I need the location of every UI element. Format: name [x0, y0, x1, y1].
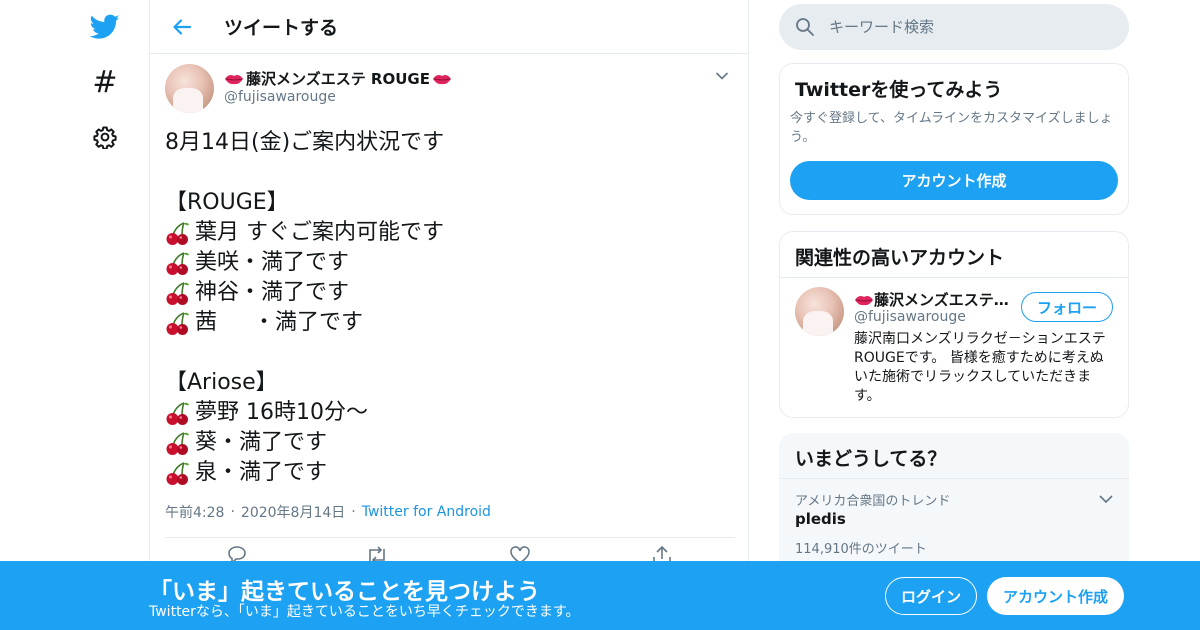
twitter-logo-icon[interactable]: [80, 2, 130, 52]
author-name: 藤沢メンズエステ ROUGE: [246, 70, 430, 88]
page-title: ツイートする: [224, 17, 339, 39]
author-name-row[interactable]: 藤沢メンズエステ ROUGE: [224, 68, 452, 89]
card-divider: [779, 478, 1129, 479]
tweet-line: 茜 ・満了です: [165, 308, 735, 338]
login-button[interactable]: ログイン: [885, 577, 977, 615]
signup-banner: 「いま」起きていることを見つけよう Twitterなら、「いま」起きていることを…: [0, 561, 1200, 630]
tweet-line: [165, 338, 735, 368]
main-column: ツイートする 藤沢メンズエステ ROUGE @fujisawarouge 8月1…: [149, 0, 749, 630]
author-handle[interactable]: @fujisawarouge: [224, 89, 336, 105]
card-divider: [780, 277, 1128, 278]
account-bio: 藤沢南口メンズリラクゼ－ションエステROUGEです。 皆様を癒すために考えぬいた…: [854, 331, 1106, 404]
search-icon: [796, 18, 814, 36]
trend-context: アメリカ合衆国のトレンド: [795, 494, 951, 509]
cherry-emoji-icon: [166, 462, 189, 485]
tweet-line-text: 茜 ・満了です: [195, 310, 363, 335]
tweet-line-text: 泉・満了です: [195, 460, 328, 485]
tweet-line-text: 【ROUGE】: [165, 190, 289, 215]
back-arrow-icon[interactable]: [162, 7, 202, 47]
tweet-line-text: 神谷・満了です: [195, 280, 350, 305]
tweet-line: 【ROUGE】: [165, 188, 735, 218]
tweet-line: [165, 158, 735, 188]
cherry-emoji-icon: [166, 402, 189, 425]
cherry-emoji-icon: [166, 312, 189, 335]
cherry-emoji-icon: [166, 432, 189, 455]
main-header: ツイートする: [150, 0, 748, 54]
tweet-time[interactable]: 午前4:28: [165, 502, 224, 522]
chevron-down-icon[interactable]: [710, 64, 734, 88]
related-accounts-card: 関連性の高いアカウント 藤沢メンズエステ… @fujisawarouge フォロ…: [779, 231, 1129, 418]
meta-separator: ·: [230, 504, 235, 520]
author-avatar[interactable]: [165, 64, 214, 113]
tweet-line-text: 葉月 すぐご案内可能です: [195, 220, 444, 245]
tweet-line: 8月14日(金)ご案内状況です: [165, 128, 735, 158]
action-divider: [165, 537, 735, 538]
cherry-emoji-icon: [166, 222, 189, 245]
related-card-title: 関連性の高いアカウント: [795, 247, 1005, 269]
lips-icon: [225, 74, 243, 84]
tweet-line-text: 夢野 16時10分～: [195, 400, 368, 425]
tweet-source-link[interactable]: Twitter for Android: [362, 504, 491, 520]
tweet-line-text: 【Ariose】: [165, 370, 278, 395]
tweet-text: 8月14日(金)ご案内状況です 【ROUGE】葉月 すぐご案内可能です 美咲・満了で…: [165, 128, 735, 488]
account-name: 藤沢メンズエステ…: [874, 291, 1009, 309]
tweet-date[interactable]: 2020年8月14日: [241, 502, 345, 522]
explore-hash-icon[interactable]: #: [80, 57, 130, 107]
lips-icon: [855, 295, 873, 305]
signup-card-description: 今すぐ登録して、タイムラインをカスタマイズしましょう。: [790, 111, 1113, 145]
tweet-line: 夢野 16時10分～: [165, 398, 735, 428]
tweet-line: 神谷・満了です: [165, 278, 735, 308]
page: # ツイートする 藤沢メンズエステ ROUGE @fujisawarouge 8…: [0, 0, 1200, 630]
follow-button[interactable]: フォロー: [1021, 292, 1113, 322]
tweet-line: 美咲・満了です: [165, 248, 735, 278]
signup-card: Twitterを使ってみよう 今すぐ登録して、タイムラインをカスタマイズしましょ…: [779, 63, 1129, 215]
search-bar[interactable]: [779, 4, 1129, 50]
cherry-emoji-icon: [166, 252, 189, 275]
lips-icon: [432, 74, 451, 84]
chevron-down-icon[interactable]: [1096, 489, 1116, 509]
banner-signup-button[interactable]: アカウント作成: [987, 577, 1124, 615]
account-handle[interactable]: @fujisawarouge: [854, 309, 966, 325]
trends-card-title: いまどうしてる？: [795, 448, 947, 470]
tweet-line-text: 美咲・満了です: [195, 250, 350, 275]
tweet-line: 【Ariose】: [165, 368, 735, 398]
banner-subtitle: Twitterなら、「いま」起きていることをいち早くチェックできます。: [149, 604, 580, 620]
tweet-meta: 午前4:28 · 2020年8月14日 · Twitter for Androi…: [165, 502, 491, 522]
settings-gear-icon[interactable]: [80, 112, 130, 162]
tweet-author: 藤沢メンズエステ ROUGE @fujisawarouge: [150, 64, 748, 124]
signup-card-title: Twitterを使ってみよう: [795, 79, 1003, 101]
create-account-button[interactable]: アカウント作成: [790, 161, 1118, 200]
account-name-row[interactable]: 藤沢メンズエステ…: [854, 289, 1014, 310]
search-input[interactable]: [829, 18, 1109, 36]
tweet-line-text: 8月14日(金)ご案内状況です: [165, 130, 445, 155]
tweet-line: 葵・満了です: [165, 428, 735, 458]
tweet-line-text: 葵・満了です: [195, 430, 328, 455]
trend-name[interactable]: pledis: [795, 510, 846, 528]
cherry-emoji-icon: [166, 282, 189, 305]
tweet-line: 泉・満了です: [165, 458, 735, 488]
meta-separator: ·: [351, 504, 356, 520]
tweet-line: 葉月 すぐご案内可能です: [165, 218, 735, 248]
trend-tweet-count: 114,910件のツイート: [795, 542, 927, 557]
account-avatar[interactable]: [795, 287, 844, 336]
